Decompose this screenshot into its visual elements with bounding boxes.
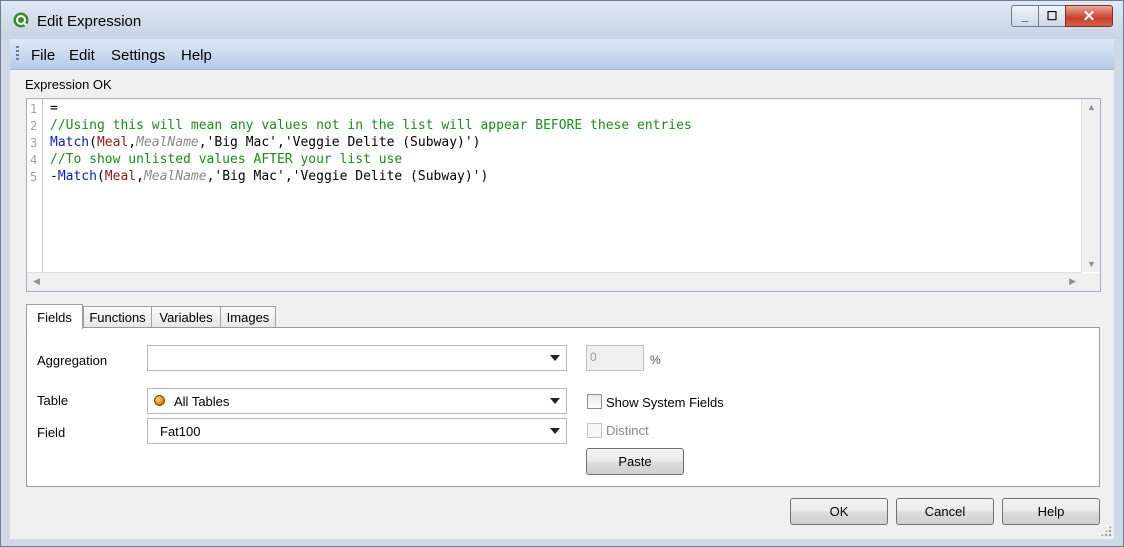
ok-button[interactable]: OK [790, 498, 888, 525]
close-icon: ✕ [1082, 8, 1096, 25]
window-controls: _ ☐ ✕ [1011, 5, 1113, 27]
line-number: 2 [30, 119, 38, 133]
resize-grip-icon[interactable] [1100, 525, 1112, 537]
field-label: Field [37, 425, 66, 440]
code-token: ,'Big Mac','Veggie Delite (Subway)') [198, 135, 481, 150]
qlikview-app-icon [13, 12, 29, 28]
code-token: ( [89, 135, 97, 150]
scrollbar-corner [1082, 273, 1100, 291]
tab-images[interactable]: Images [220, 306, 276, 328]
code-line: //Using this will mean any values not in… [50, 118, 692, 133]
editor-horizontal-scrollbar[interactable]: ◀ ▶ [27, 272, 1082, 291]
code-token: , [128, 135, 137, 150]
code-line: //To show unlisted values AFTER your lis… [50, 152, 402, 167]
code-token: = [50, 101, 58, 116]
scroll-left-icon[interactable]: ◀ [33, 276, 40, 287]
scroll-up-icon[interactable]: ▲ [1087, 102, 1096, 112]
menu-file[interactable]: File [31, 47, 55, 64]
tab-functions[interactable]: Functions [83, 306, 152, 328]
menu-settings[interactable]: Settings [111, 47, 165, 64]
code-line: Match(Meal,MealName,'Big Mac','Veggie De… [50, 135, 481, 150]
menu-bar: File Edit Settings Help [10, 39, 1114, 70]
line-number: 1 [30, 102, 38, 116]
code-token: ,'Big Mac','Veggie Delite (Subway)') [206, 169, 489, 184]
code-token: , [136, 169, 144, 184]
editor-vertical-scrollbar[interactable]: ▲ ▼ [1081, 99, 1100, 272]
code-token: //Using this will mean any values not in… [50, 118, 692, 133]
show-system-fields-label[interactable]: Show System Fields [606, 395, 724, 410]
code-token: Match [57, 169, 97, 184]
code-token: Meal [96, 135, 129, 150]
window-title: Edit Expression [37, 13, 142, 30]
table-value: All Tables [174, 394, 230, 409]
expression-editor[interactable]: 1 2 3 4 5 = //Using this will mean any v… [26, 98, 1101, 292]
scroll-down-icon[interactable]: ▼ [1087, 259, 1096, 269]
percent-symbol: % [650, 353, 661, 367]
edit-expression-window: Edit Expression _ ☐ ✕ File Edit Settings… [0, 0, 1124, 547]
code-token: - [50, 169, 58, 184]
minimize-icon: _ [1021, 9, 1029, 23]
fields-panel: Aggregation 0 % Table All Tables Show Sy… [26, 327, 1100, 487]
percent-value: 0 [590, 350, 597, 364]
close-button[interactable]: ✕ [1065, 5, 1113, 27]
tab-fields[interactable]: Fields [26, 304, 83, 329]
code-token: //To show unlisted values AFTER your lis… [50, 152, 403, 167]
field-dropdown[interactable]: Fat100 [147, 418, 567, 444]
field-value: Fat100 [160, 424, 201, 439]
code-token: MealName [143, 169, 207, 184]
aggregation-dropdown[interactable] [147, 345, 567, 371]
show-system-fields-checkbox[interactable] [587, 394, 602, 409]
expression-status: Expression OK [25, 77, 112, 92]
scroll-right-icon[interactable]: ▶ [1069, 276, 1076, 287]
table-status-icon [154, 395, 165, 406]
toolbar-grip-icon[interactable] [16, 46, 19, 62]
menu-edit[interactable]: Edit [69, 47, 95, 64]
line-number: 4 [30, 153, 38, 167]
paste-button[interactable]: Paste [586, 448, 684, 475]
code-token: ( [96, 169, 105, 184]
table-label: Table [37, 393, 69, 408]
tab-variables[interactable]: Variables [151, 306, 221, 328]
menu-help[interactable]: Help [181, 47, 212, 64]
table-dropdown[interactable]: All Tables [147, 388, 567, 414]
distinct-label: Distinct [606, 423, 649, 438]
line-number-gutter: 1 2 3 4 5 [27, 99, 43, 272]
code-line: = [50, 101, 58, 116]
distinct-checkbox [587, 423, 602, 438]
chevron-down-icon [550, 398, 560, 404]
line-number: 5 [30, 170, 38, 184]
dialog-client-area: File Edit Settings Help Expression OK 1 … [10, 39, 1114, 539]
minimize-button[interactable]: _ [1011, 5, 1039, 27]
maximize-icon: ☐ [1046, 9, 1058, 23]
help-button[interactable]: Help [1002, 498, 1100, 525]
maximize-button[interactable]: ☐ [1038, 5, 1066, 27]
cancel-button[interactable]: Cancel [896, 498, 994, 525]
code-token: Match [50, 135, 90, 150]
aggregation-label: Aggregation [37, 353, 108, 368]
chevron-down-icon [550, 428, 560, 434]
percent-input: 0 [586, 345, 644, 371]
code-line: -Match(Meal,MealName,'Big Mac','Veggie D… [50, 169, 488, 184]
chevron-down-icon [550, 355, 560, 361]
title-bar[interactable]: Edit Expression _ ☐ ✕ [1, 1, 1123, 39]
code-token: Meal [104, 169, 137, 184]
line-number: 3 [30, 136, 38, 150]
code-token: MealName [136, 135, 199, 150]
